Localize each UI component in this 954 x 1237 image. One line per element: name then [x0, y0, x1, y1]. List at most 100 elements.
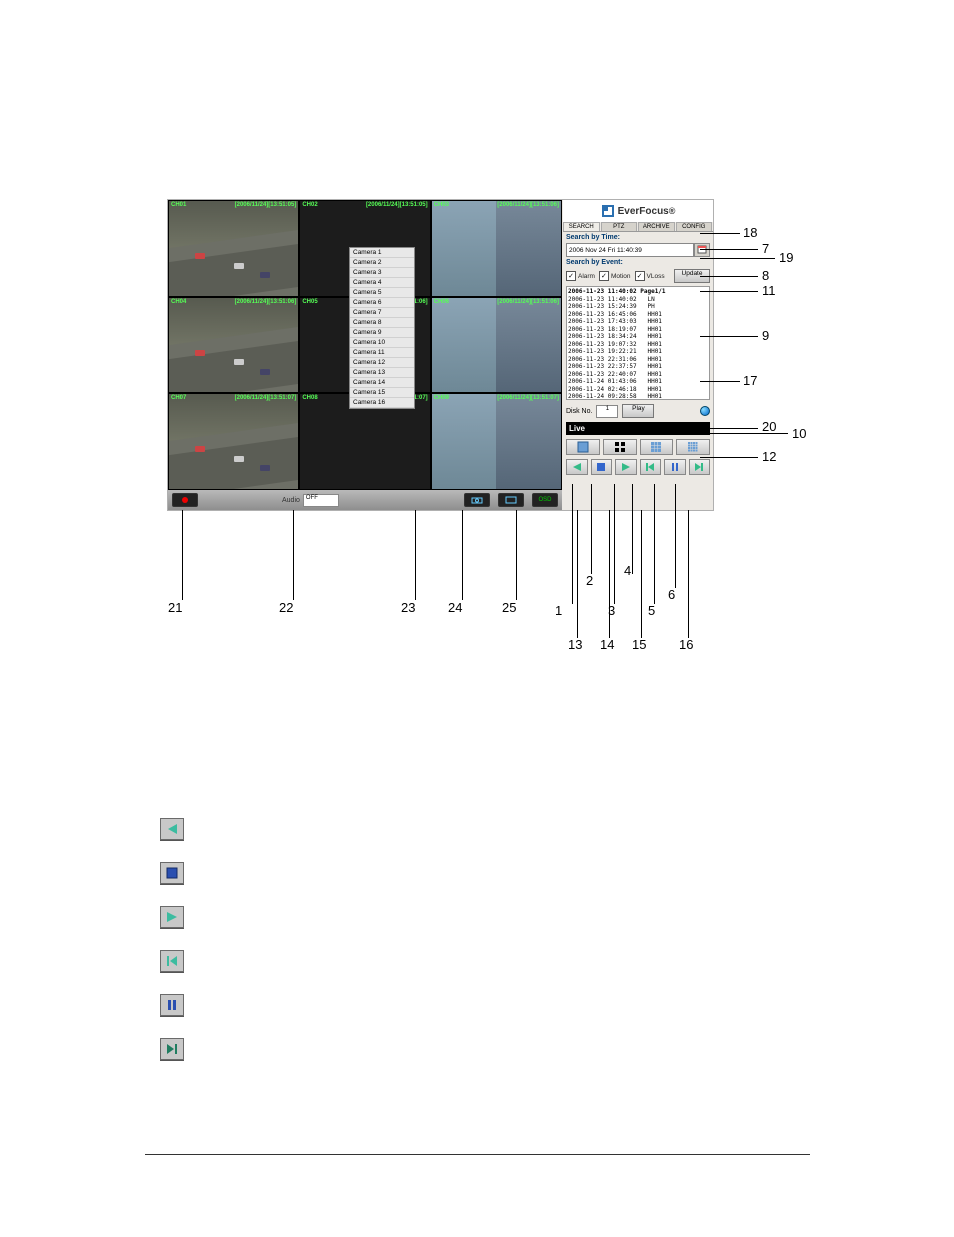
stop-button[interactable] — [591, 459, 613, 475]
camera-menu-item[interactable]: Camera 5 — [350, 288, 414, 298]
camera-menu-item[interactable]: Camera 16 — [350, 398, 414, 408]
annot-25: 25 — [502, 600, 516, 615]
annot-6: 6 — [668, 587, 675, 602]
play-button[interactable]: Play — [622, 404, 654, 418]
event-list[interactable]: 2006-11-23 11:40:02 Page1/12006-11-23 11… — [566, 286, 710, 400]
annot-12: 12 — [762, 449, 776, 464]
disk-label: Disk No. — [566, 408, 592, 415]
annot-11: 11 — [762, 283, 776, 298]
snapshot-button[interactable] — [464, 493, 490, 507]
checkbox-alarm[interactable]: ✓Alarm — [566, 271, 595, 281]
camera-menu-item[interactable]: Camera 13 — [350, 368, 414, 378]
camera-menu-item[interactable]: Camera 3 — [350, 268, 414, 278]
annot-8: 8 — [762, 268, 769, 283]
camera-tile[interactable]: CH03[2006/11/24][13:51:06] — [431, 200, 562, 297]
annot-18: 18 — [743, 225, 757, 240]
camera-menu-item[interactable]: Camera 12 — [350, 358, 414, 368]
pause-button[interactable] — [664, 459, 686, 475]
camera-menu-item[interactable]: Camera 8 — [350, 318, 414, 328]
event-row[interactable]: 2006-11-23 17:43:03 HH01 — [568, 318, 708, 326]
camera-menu-item[interactable]: Camera 10 — [350, 338, 414, 348]
annot-13: 13 — [568, 637, 582, 652]
event-row[interactable]: 2006-11-24 01:43:06 HH01 — [568, 378, 708, 386]
calendar-icon[interactable] — [694, 243, 710, 257]
brand-logo: EverFocus® — [563, 200, 713, 222]
camera-tile[interactable]: CH07[2006/11/24][13:51:07] — [168, 393, 299, 490]
camera-tile[interactable]: CH04[2006/11/24][13:51:06] — [168, 297, 299, 394]
bottom-toolbar: Audio OFF OSD — [168, 490, 562, 510]
event-row[interactable]: 2006-11-23 22:31:06 HH01 — [568, 356, 708, 364]
camera-tile[interactable]: CH09[2006/11/24][13:51:07] — [431, 393, 562, 490]
disk-select[interactable]: 1 — [596, 405, 618, 418]
play-icon — [160, 906, 184, 928]
camera-menu-item[interactable]: Camera 4 — [350, 278, 414, 288]
camera-menu-item[interactable]: Camera 6 — [350, 298, 414, 308]
event-row[interactable]: 2006-11-23 22:37:57 HH01 — [568, 363, 708, 371]
rewind-button[interactable] — [566, 459, 588, 475]
search-time-input[interactable] — [566, 243, 694, 257]
software-window: CH01[2006/11/24][13:51:05]CH02[2006/11/2… — [167, 199, 714, 511]
audio-select[interactable]: OFF — [303, 494, 339, 507]
annot-7: 7 — [762, 241, 769, 256]
tab-archive[interactable]: ARCHIVE — [638, 222, 675, 231]
event-row[interactable]: 2006-11-24 09:28:58 HH01 — [568, 393, 708, 400]
annot-15: 15 — [632, 637, 646, 652]
logo-icon — [601, 204, 615, 218]
camera-tile[interactable]: CH06[2006/11/24][13:51:06] — [431, 297, 562, 394]
camera-context-menu[interactable]: Camera 1Camera 2Camera 3Camera 4Camera 5… — [349, 247, 415, 409]
layout-2x2-button[interactable] — [603, 439, 637, 455]
camera-menu-item[interactable]: Camera 9 — [350, 328, 414, 338]
record-button[interactable] — [172, 493, 198, 507]
camera-menu-item[interactable]: Camera 7 — [350, 308, 414, 318]
event-row[interactable]: 2006-11-23 19:07:32 HH01 — [568, 341, 708, 349]
tab-search[interactable]: SEARCH — [563, 222, 600, 231]
stop-icon — [160, 862, 184, 884]
layout-4x4-button[interactable] — [676, 439, 710, 455]
step-back-icon — [160, 950, 184, 972]
checkbox-motion[interactable]: ✓Motion — [599, 271, 631, 281]
annot-21: 21 — [168, 600, 182, 615]
tab-ptz[interactable]: PTZ — [601, 222, 638, 231]
side-panel: EverFocus® SEARCH PTZ ARCHIVE CONFIG Sea… — [563, 200, 713, 510]
osd-button[interactable]: OSD — [532, 493, 558, 507]
camera-menu-item[interactable]: Camera 15 — [350, 388, 414, 398]
camera-menu-item[interactable]: Camera 14 — [350, 378, 414, 388]
step-fwd-icon — [160, 1038, 184, 1060]
event-row[interactable]: 2006-11-23 19:22:21 HH01 — [568, 348, 708, 356]
camera-menu-item[interactable]: Camera 11 — [350, 348, 414, 358]
event-row[interactable]: 2006-11-23 18:19:07 HH01 — [568, 326, 708, 334]
annot-17: 17 — [743, 373, 757, 388]
camera-menu-item[interactable]: Camera 1 — [350, 248, 414, 258]
audio-label: Audio — [282, 497, 300, 504]
layout-3x3-button[interactable] — [640, 439, 674, 455]
step-back-button[interactable] — [640, 459, 662, 475]
annot-24: 24 — [448, 600, 462, 615]
tab-config[interactable]: CONFIG — [676, 222, 713, 231]
checkbox-vloss[interactable]: ✓VLoss — [635, 271, 665, 281]
event-row[interactable]: 2006-11-24 02:46:18 HH01 — [568, 386, 708, 394]
annot-9: 9 — [762, 328, 769, 343]
event-row[interactable]: 2006-11-23 18:34:24 HH01 — [568, 333, 708, 341]
event-row[interactable]: 2006-11-23 15:24:39 PH — [568, 303, 708, 311]
layout-1x1-button[interactable] — [566, 439, 600, 455]
event-row[interactable]: 2006-11-23 22:40:07 HH01 — [568, 371, 708, 379]
camera-menu-item[interactable]: Camera 2 — [350, 258, 414, 268]
footer-separator — [145, 1154, 810, 1155]
panel-tabs: SEARCH PTZ ARCHIVE CONFIG — [563, 222, 713, 232]
search-event-label: Search by Event: — [563, 257, 713, 268]
annot-10: 10 — [792, 426, 806, 441]
event-row[interactable]: 2006-11-23 16:45:06 HH01 — [568, 311, 708, 319]
annot-1: 1 — [555, 603, 562, 618]
pause-icon — [160, 994, 184, 1016]
fullscreen-button[interactable] — [498, 493, 524, 507]
legend — [160, 818, 860, 1082]
annot-22: 22 — [279, 600, 293, 615]
event-row[interactable]: 2006-11-23 11:40:02 LN — [568, 296, 708, 304]
forward-button[interactable] — [615, 459, 637, 475]
annot-20: 20 — [762, 419, 776, 434]
annot-19: 19 — [779, 250, 793, 265]
live-status: Live — [566, 422, 710, 435]
annot-2: 2 — [586, 573, 593, 588]
camera-tile[interactable]: CH01[2006/11/24][13:51:05] — [168, 200, 299, 297]
step-fwd-button[interactable] — [689, 459, 711, 475]
